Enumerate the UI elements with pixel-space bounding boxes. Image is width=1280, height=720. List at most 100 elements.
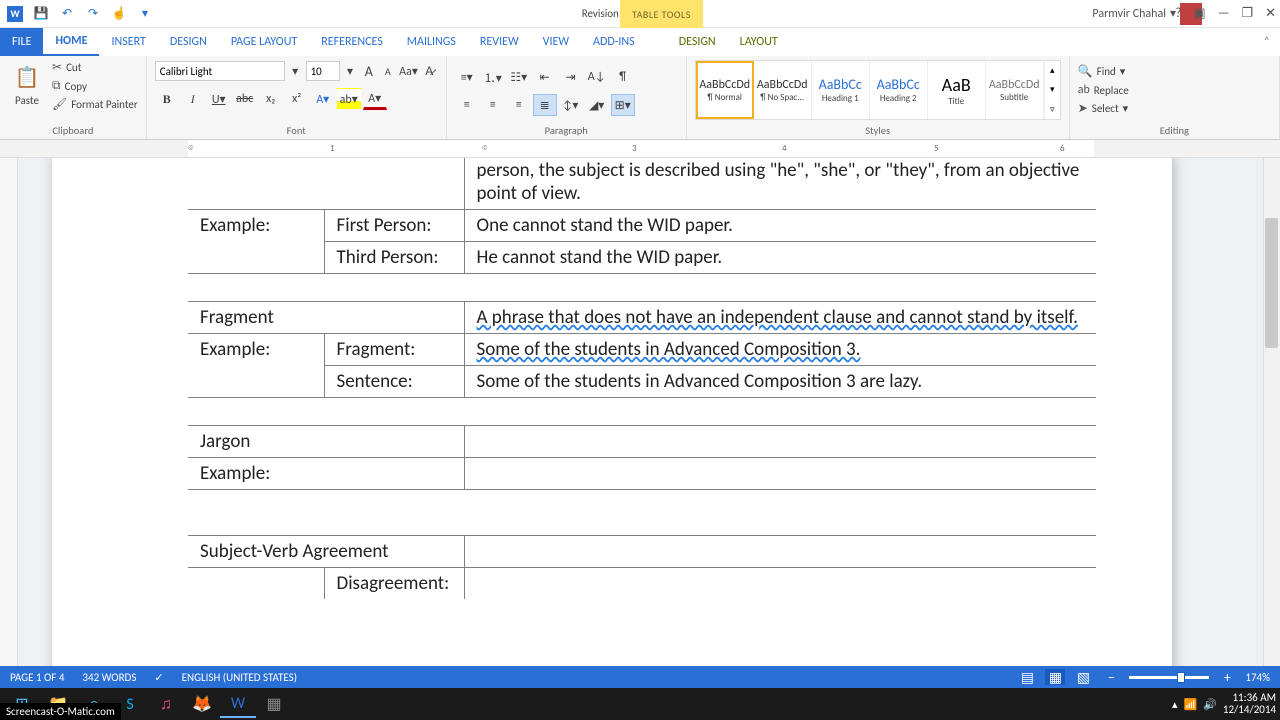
cell-disagree-label[interactable]: Disagreement: [324,568,464,600]
multilevel-icon[interactable]: ☷▾ [507,66,531,88]
undo-icon[interactable] [58,5,76,23]
cell-thirdperson-label[interactable]: Third Person: [324,242,464,274]
cell-thirdperson-text[interactable]: He cannot stand the WID paper. [464,242,1096,274]
increase-indent-icon[interactable]: ⇥ [559,66,583,88]
tray-expand-icon[interactable]: ▴ [1172,698,1178,711]
align-right-icon[interactable]: ≡ [507,94,531,116]
font-color-icon[interactable]: A▾ [363,88,387,110]
text-effects-icon[interactable]: A▾ [311,88,335,110]
cut-button[interactable]: ✂Cut [52,60,138,75]
horizontal-ruler[interactable]: ⌾ 1 ⌾ 3 4 5 6 [0,140,1280,158]
tab-design[interactable]: DESIGN [158,28,219,56]
grow-font-icon[interactable]: A [360,60,377,82]
cell-frag-text[interactable]: Some of the students in Advanced Composi… [464,334,1096,366]
taskbar-app-icon[interactable]: ▦ [256,690,292,718]
cell-sva-heading[interactable]: Subject-Verb Agreement [188,536,464,568]
close-icon[interactable]: ✕ [1265,6,1276,21]
status-language[interactable]: ENGLISH (UNITED STATES) [182,671,297,684]
change-case-icon[interactable]: Aa▾ [398,60,419,82]
style-normal[interactable]: AaBbCcDd¶ Normal [696,61,754,119]
superscript-button[interactable]: x² [285,88,309,110]
font-size-dropdown-icon[interactable]: ▾ [342,60,359,82]
tab-pagelayout[interactable]: PAGE LAYOUT [219,28,309,56]
cell-sent-label[interactable]: Sentence: [324,366,464,398]
borders-icon[interactable]: ⊞▾ [611,94,635,116]
taskbar-word-icon[interactable]: W [220,690,256,718]
scrollbar-thumb[interactable] [1265,218,1278,348]
subscript-button[interactable]: x₂ [259,88,283,110]
cell-fragment-def[interactable]: A phrase that does not have an independe… [464,302,1096,334]
style-nospacing[interactable]: AaBbCcDd¶ No Spac... [754,61,812,119]
underline-button[interactable]: U▾ [207,88,231,110]
styles-down-icon[interactable]: ▾ [1045,80,1060,99]
align-left-icon[interactable]: ≡ [455,94,479,116]
zoom-in-icon[interactable]: + [1217,669,1237,685]
zoom-out-icon[interactable]: − [1101,669,1121,685]
cell-disagree-text[interactable] [464,568,1096,600]
tray-network-icon[interactable]: 📶 [1183,698,1197,711]
tab-home[interactable]: HOME [43,28,99,56]
tab-table-layout[interactable]: LAYOUT [728,28,790,56]
italic-button[interactable]: I [181,88,205,110]
ribbon-display-icon[interactable]: ▣ [1193,6,1205,21]
copy-button[interactable]: ⧉Copy [52,79,138,93]
cell-partial[interactable]: person, the subject is described using "… [464,158,1096,210]
strikethrough-button[interactable]: abc [233,88,257,110]
paste-button[interactable]: 📋 Paste [8,60,46,107]
view-read-icon[interactable]: ▤ [1017,669,1037,685]
styles-up-icon[interactable]: ▴ [1045,61,1060,80]
justify-icon[interactable]: ≣ [533,94,557,116]
numbering-icon[interactable]: ⒈▾ [481,66,505,88]
replace-button[interactable]: abReplace [1078,83,1271,97]
show-hide-icon[interactable]: ¶ [611,66,635,88]
style-subtitle[interactable]: AaBbCcDdSubtitle [986,61,1044,119]
tab-mailings[interactable]: MAILINGS [395,28,468,56]
style-heading2[interactable]: AaBbCcHeading 2 [870,61,928,119]
cell-firstperson-text[interactable]: One cannot stand the WID paper. [464,210,1096,242]
cell-example3[interactable]: Example: [188,458,464,490]
vertical-ruler[interactable] [0,158,18,686]
touchmode-icon[interactable] [110,5,128,23]
tab-insert[interactable]: INSERT [99,28,157,56]
view-print-icon[interactable]: ▦ [1045,669,1065,685]
font-size-input[interactable] [306,61,340,81]
vertical-scrollbar[interactable] [1263,158,1280,686]
view-web-icon[interactable]: ▧ [1073,669,1093,685]
word-icon[interactable] [6,5,24,23]
styles-more-icon[interactable]: ▿ [1045,100,1060,119]
cell-firstperson-label[interactable]: First Person: [324,210,464,242]
redo-icon[interactable] [84,5,102,23]
tab-table-design[interactable]: DESIGN [667,28,728,56]
cell-example2[interactable]: Example: [188,334,324,398]
cell-sent-text[interactable]: Some of the students in Advanced Composi… [464,366,1096,398]
select-button[interactable]: ➤Select ▾ [1078,101,1271,116]
format-painter-button[interactable]: 🖌Format Painter [52,97,138,112]
style-title[interactable]: AaBTitle [928,61,986,119]
tab-review[interactable]: REVIEW [468,28,531,56]
zoom-level[interactable]: 174% [1245,671,1270,684]
bullets-icon[interactable]: ≡▾ [455,66,479,88]
shrink-font-icon[interactable]: A [379,60,396,82]
tray-volume-icon[interactable]: 🔊 [1203,698,1217,711]
tab-file[interactable]: FILE [0,28,43,56]
status-proofing-icon[interactable]: ✓ [154,671,163,684]
help-icon[interactable]: ? [1175,6,1181,21]
bold-button[interactable]: B [155,88,179,110]
shading-icon[interactable]: ◢▾ [585,94,609,116]
content-table[interactable]: person, the subject is described using "… [188,158,1096,599]
cell-sva-def[interactable] [464,536,1096,568]
cell-jargon-def[interactable] [464,426,1096,458]
tray-date[interactable]: 12/14/2014 [1223,704,1276,716]
cell-jargon-example[interactable] [464,458,1096,490]
zoom-slider[interactable] [1129,676,1209,679]
tab-view[interactable]: VIEW [531,28,581,56]
font-name-dropdown-icon[interactable]: ▾ [287,60,304,82]
style-heading1[interactable]: AaBbCcHeading 1 [812,61,870,119]
status-page[interactable]: PAGE 1 OF 4 [10,671,64,684]
restore-icon[interactable]: ❐ [1241,6,1253,21]
cell-example1[interactable]: Example: [188,210,324,274]
save-icon[interactable] [32,5,50,23]
tab-addins[interactable]: ADD-INS [581,28,647,56]
status-words[interactable]: 342 WORDS [82,671,136,684]
align-center-icon[interactable]: ≡ [481,94,505,116]
